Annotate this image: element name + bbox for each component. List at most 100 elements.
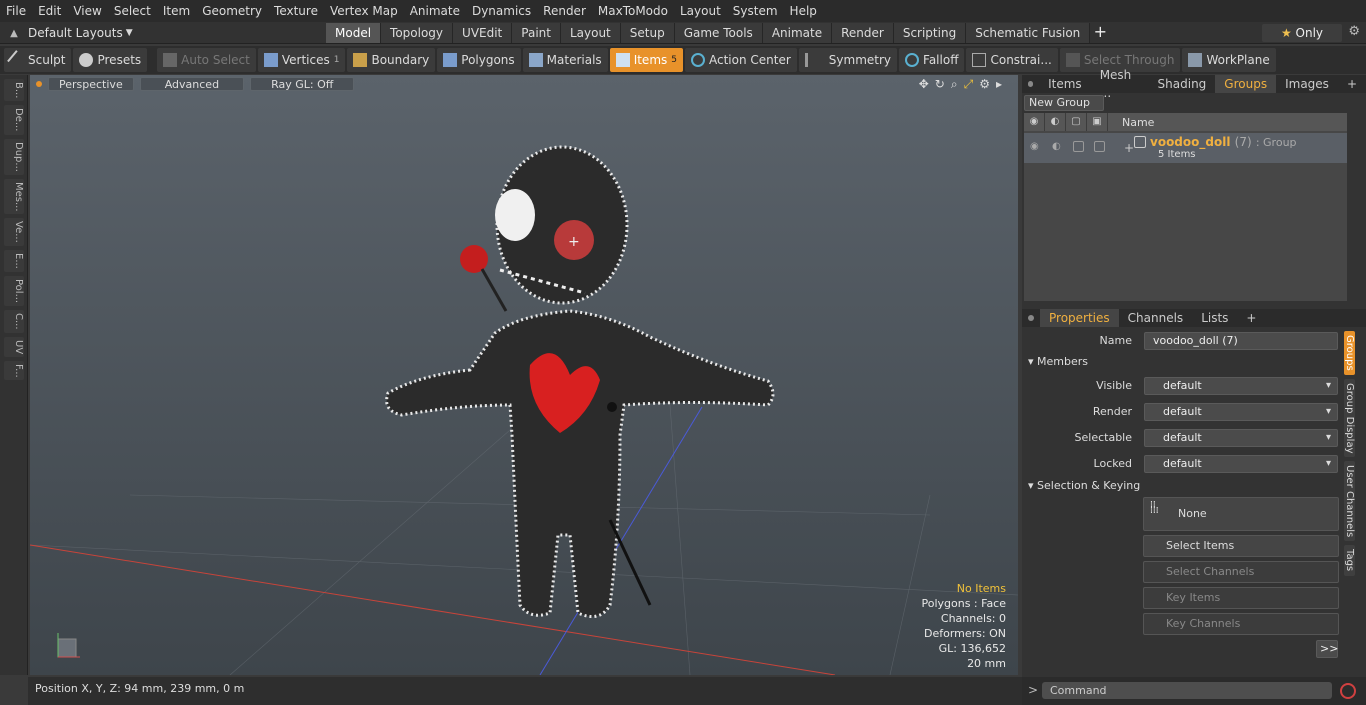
select-items-button[interactable]: Select Items bbox=[1143, 535, 1339, 557]
menu-edit[interactable]: Edit bbox=[32, 0, 67, 22]
menu-help[interactable]: Help bbox=[784, 0, 823, 22]
left-tab-5[interactable]: E... bbox=[4, 250, 24, 272]
prop-tab-channels[interactable]: Channels bbox=[1119, 309, 1193, 327]
key-channels-button[interactable]: Key Channels bbox=[1143, 613, 1339, 635]
presets-button[interactable]: Presets bbox=[73, 48, 148, 72]
tab-layout[interactable]: Layout bbox=[560, 23, 621, 43]
falloff-button[interactable]: Falloff bbox=[899, 48, 965, 72]
tab-paint[interactable]: Paint bbox=[512, 23, 561, 43]
menu-file[interactable]: File bbox=[0, 0, 32, 22]
polygons-button[interactable]: Polygons bbox=[437, 48, 521, 72]
left-tab-2[interactable]: Dup... bbox=[4, 138, 24, 175]
menu-system[interactable]: System bbox=[727, 0, 784, 22]
3d-viewport[interactable]: + Perspective Advanced Ray GL: Off ✥ ↻ ⌕… bbox=[30, 75, 1018, 675]
right-tab-groups[interactable]: Groups bbox=[1215, 75, 1277, 93]
visibility-eye-icon[interactable]: ◉ bbox=[1024, 113, 1045, 131]
row-lock-checkbox[interactable] bbox=[1094, 141, 1105, 152]
left-tab-1[interactable]: De... bbox=[4, 105, 24, 135]
symmetry-button[interactable]: Symmetry bbox=[798, 48, 898, 72]
menu-layout[interactable]: Layout bbox=[674, 0, 727, 22]
render-icon[interactable]: ◐ bbox=[1045, 113, 1066, 131]
raygl-button[interactable]: Ray GL: Off bbox=[250, 77, 355, 91]
visible-select[interactable]: default bbox=[1144, 377, 1338, 395]
settings-gear-icon[interactable]: ⚙ bbox=[979, 77, 990, 92]
none-button[interactable]: ⁞⁞ ⁞⁞⁞ None bbox=[1143, 497, 1339, 531]
materials-button[interactable]: Materials bbox=[522, 48, 608, 72]
tab-setup[interactable]: Setup bbox=[620, 23, 675, 43]
tab-model[interactable]: Model bbox=[326, 23, 382, 43]
group-row[interactable]: ◉ ◐ + voodoo_doll (7) : Group 5 Items bbox=[1024, 133, 1347, 163]
gear-icon[interactable]: ⚙ bbox=[1348, 24, 1360, 39]
play-arrow-icon[interactable]: ▸ bbox=[996, 77, 1002, 92]
up-arrow-icon[interactable]: ▲ bbox=[0, 28, 28, 39]
vertices-button[interactable]: Vertices 1 bbox=[257, 48, 346, 72]
left-tab-4[interactable]: Ve... bbox=[4, 218, 24, 247]
left-tab-3[interactable]: Mes... bbox=[4, 178, 24, 215]
row-render-icon[interactable]: ◐ bbox=[1052, 141, 1061, 152]
constraints-button[interactable]: Constrai... bbox=[966, 48, 1058, 72]
lock-icon[interactable]: ▣ bbox=[1087, 113, 1108, 131]
tab-topology[interactable]: Topology bbox=[381, 23, 454, 43]
layout-dropdown[interactable]: Default Layouts bbox=[28, 26, 123, 40]
auto-select-button[interactable]: Auto Select bbox=[157, 48, 256, 72]
left-tab-0[interactable]: B... bbox=[4, 79, 24, 102]
menu-maxtomodo[interactable]: MaxToModo bbox=[592, 0, 674, 22]
action-center-button[interactable]: Action Center bbox=[685, 48, 797, 72]
side-tab-user-channels[interactable]: User Channels bbox=[1344, 461, 1355, 542]
side-tab-groups[interactable]: Groups bbox=[1344, 331, 1355, 375]
sculpt-button[interactable]: Sculpt bbox=[4, 48, 72, 72]
menu-geometry[interactable]: Geometry bbox=[196, 0, 268, 22]
menu-vertex-map[interactable]: Vertex Map bbox=[324, 0, 404, 22]
move-icon[interactable]: ✥ bbox=[919, 77, 929, 92]
more-button[interactable]: >> bbox=[1316, 640, 1338, 658]
members-section[interactable]: ▾ Members bbox=[1028, 355, 1340, 371]
tab-uvedit[interactable]: UVEdit bbox=[453, 23, 513, 43]
locked-select[interactable]: default bbox=[1144, 455, 1338, 473]
right-tab-shading[interactable]: Shading bbox=[1149, 75, 1216, 93]
expand-plus-icon[interactable]: + bbox=[1124, 141, 1134, 155]
new-group-button[interactable]: New Group bbox=[1024, 95, 1104, 111]
key-items-button[interactable]: Key Items bbox=[1143, 587, 1339, 609]
tab-schematic-fusion[interactable]: Schematic Fusion bbox=[966, 23, 1091, 43]
add-prop-tab-icon[interactable]: + bbox=[1237, 309, 1265, 327]
prop-tab-properties[interactable]: Properties bbox=[1040, 309, 1119, 327]
rotate-icon[interactable]: ↻ bbox=[935, 77, 945, 92]
only-toggle[interactable]: ★ Only bbox=[1262, 24, 1342, 42]
maximize-icon[interactable]: ⤢ bbox=[964, 77, 974, 92]
perspective-button[interactable]: Perspective bbox=[48, 77, 134, 91]
record-icon[interactable] bbox=[1340, 683, 1356, 699]
left-tab-6[interactable]: Pol... bbox=[4, 275, 24, 306]
name-field[interactable]: voodoo_doll (7) bbox=[1144, 332, 1338, 350]
side-tab-tags[interactable]: Tags bbox=[1344, 545, 1355, 576]
left-tab-9[interactable]: F... bbox=[4, 360, 24, 381]
selectable-select[interactable]: default bbox=[1144, 429, 1338, 447]
row-select-checkbox[interactable] bbox=[1073, 141, 1084, 152]
layout-selector[interactable]: ▲ Default Layouts ▼ bbox=[0, 22, 133, 44]
add-right-tab-icon[interactable]: + bbox=[1338, 75, 1366, 93]
menu-item[interactable]: Item bbox=[157, 0, 196, 22]
voodoo-doll-model[interactable]: + bbox=[385, 145, 775, 619]
command-input[interactable]: Command bbox=[1042, 682, 1332, 699]
row-eye-icon[interactable]: ◉ bbox=[1030, 141, 1039, 152]
prop-tab-lists[interactable]: Lists bbox=[1192, 309, 1237, 327]
add-tab-plus-icon[interactable]: + bbox=[1090, 22, 1110, 44]
select-icon[interactable]: ▢ bbox=[1066, 113, 1087, 131]
menu-texture[interactable]: Texture bbox=[268, 0, 324, 22]
workplane-button[interactable]: WorkPlane bbox=[1182, 48, 1276, 72]
menu-dynamics[interactable]: Dynamics bbox=[466, 0, 537, 22]
left-tab-8[interactable]: UV bbox=[4, 336, 24, 357]
items-button[interactable]: Items 5 bbox=[609, 48, 683, 72]
zoom-icon[interactable]: ⌕ bbox=[951, 77, 958, 92]
render-select[interactable]: default bbox=[1144, 403, 1338, 421]
menu-animate[interactable]: Animate bbox=[404, 0, 466, 22]
tab-render[interactable]: Render bbox=[832, 23, 894, 43]
boundary-button[interactable]: Boundary bbox=[347, 48, 436, 72]
menu-select[interactable]: Select bbox=[108, 0, 157, 22]
selection-keying-section[interactable]: ▾ Selection & Keying bbox=[1028, 479, 1340, 495]
select-channels-button[interactable]: Select Channels bbox=[1143, 561, 1339, 583]
tab-game-tools[interactable]: Game Tools bbox=[674, 23, 763, 43]
right-tab-items[interactable]: Items bbox=[1039, 75, 1091, 93]
advanced-button[interactable]: Advanced bbox=[139, 77, 245, 91]
left-tab-7[interactable]: C... bbox=[4, 309, 24, 333]
right-tab-images[interactable]: Images bbox=[1276, 75, 1338, 93]
